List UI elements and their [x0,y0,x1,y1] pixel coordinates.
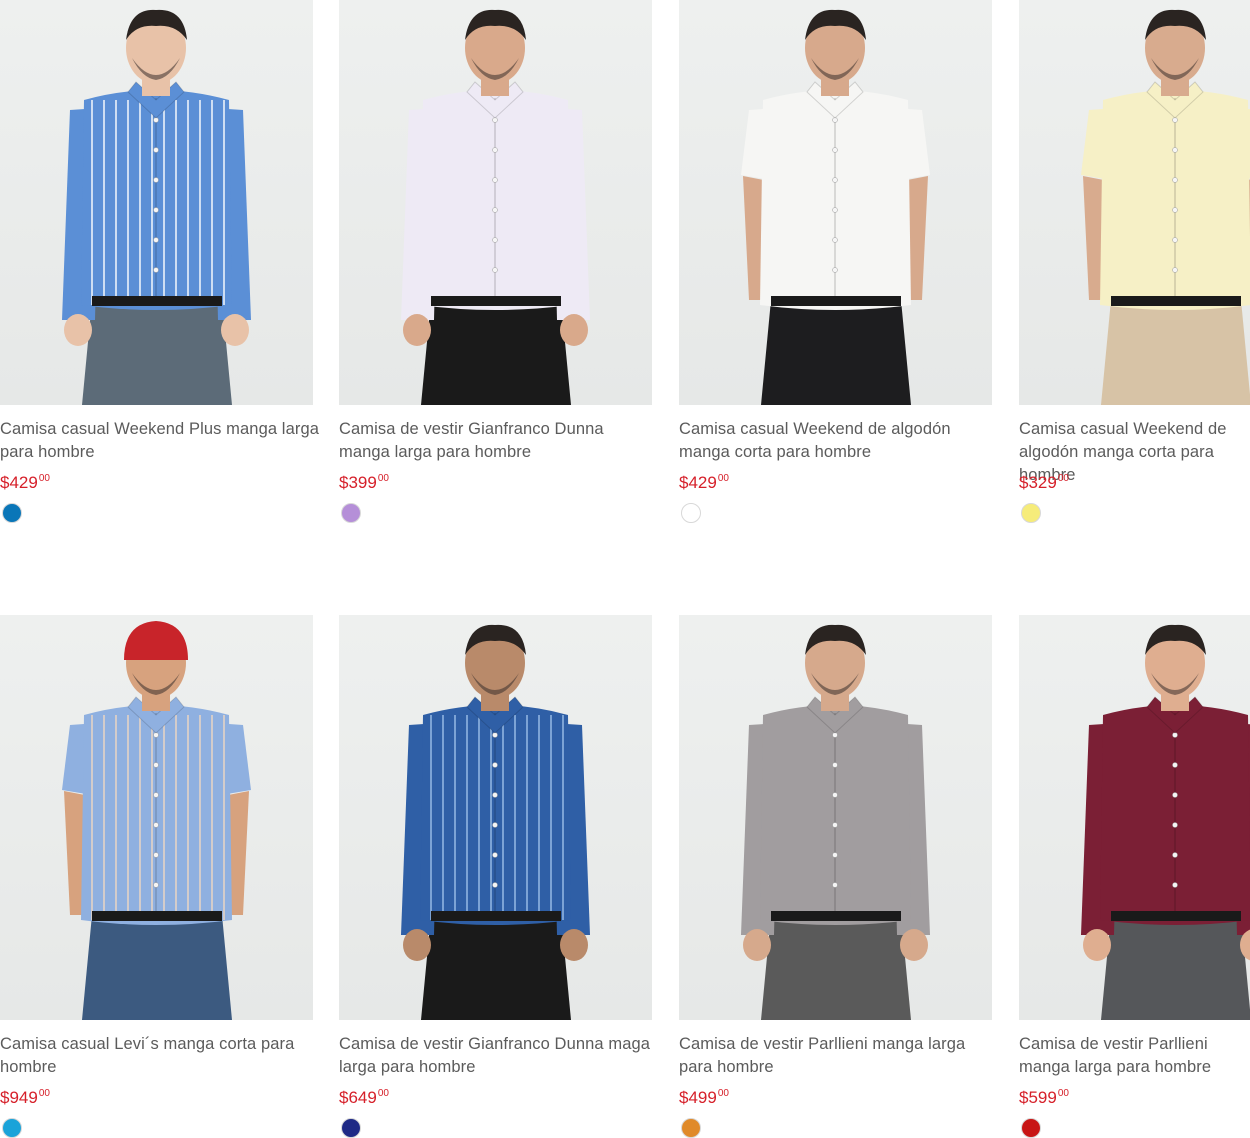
color-swatch[interactable] [1021,1118,1041,1138]
model-figure [62,621,251,1020]
product-title[interactable]: Camisa casual Levi´s manga corta para ho… [0,1033,320,1079]
product-image[interactable] [339,615,652,1020]
product-image[interactable] [339,0,652,405]
model-figure [1081,624,1250,1020]
color-swatch[interactable] [2,503,22,523]
product-price: $42900 [0,473,50,492]
product-price: $42900 [679,473,729,492]
model-figure [62,9,251,405]
color-swatch[interactable] [1021,503,1041,523]
product-image[interactable] [1019,615,1250,1020]
product-title[interactable]: Camisa casual Weekend Plus manga larga p… [0,418,320,464]
color-swatch[interactable] [681,503,701,523]
product-price: $32900 [1019,473,1069,492]
model-figure [741,624,930,1020]
product-image[interactable] [1019,0,1250,405]
color-swatch[interactable] [2,1118,22,1138]
color-swatch[interactable] [341,1118,361,1138]
product-title[interactable]: Camisa de vestir Parllieni manga larga p… [1019,1033,1250,1079]
product-price: $49900 [679,1088,729,1107]
product-price: $39900 [339,473,389,492]
color-swatch[interactable] [681,1118,701,1138]
product-price: $64900 [339,1088,389,1107]
product-title[interactable]: Camisa casual Weekend de algodón manga c… [679,418,999,464]
model-figure [401,624,590,1020]
product-grid: Camisa casual Weekend Plus manga larga p… [0,0,1250,1138]
product-image[interactable] [0,615,313,1020]
product-image[interactable] [0,0,313,405]
product-price: $59900 [1019,1088,1069,1107]
model-figure [1081,9,1250,405]
product-image[interactable] [679,0,992,405]
color-swatch[interactable] [341,503,361,523]
model-figure [401,9,590,405]
product-title[interactable]: Camisa de vestir Gianfranco Dunna manga … [339,418,659,464]
model-figure [741,9,930,405]
product-image[interactable] [679,615,992,1020]
product-title[interactable]: Camisa de vestir Gianfranco Dunna maga l… [339,1033,659,1079]
product-title[interactable]: Camisa de vestir Parllieni manga larga p… [679,1033,999,1079]
product-price: $94900 [0,1088,50,1107]
